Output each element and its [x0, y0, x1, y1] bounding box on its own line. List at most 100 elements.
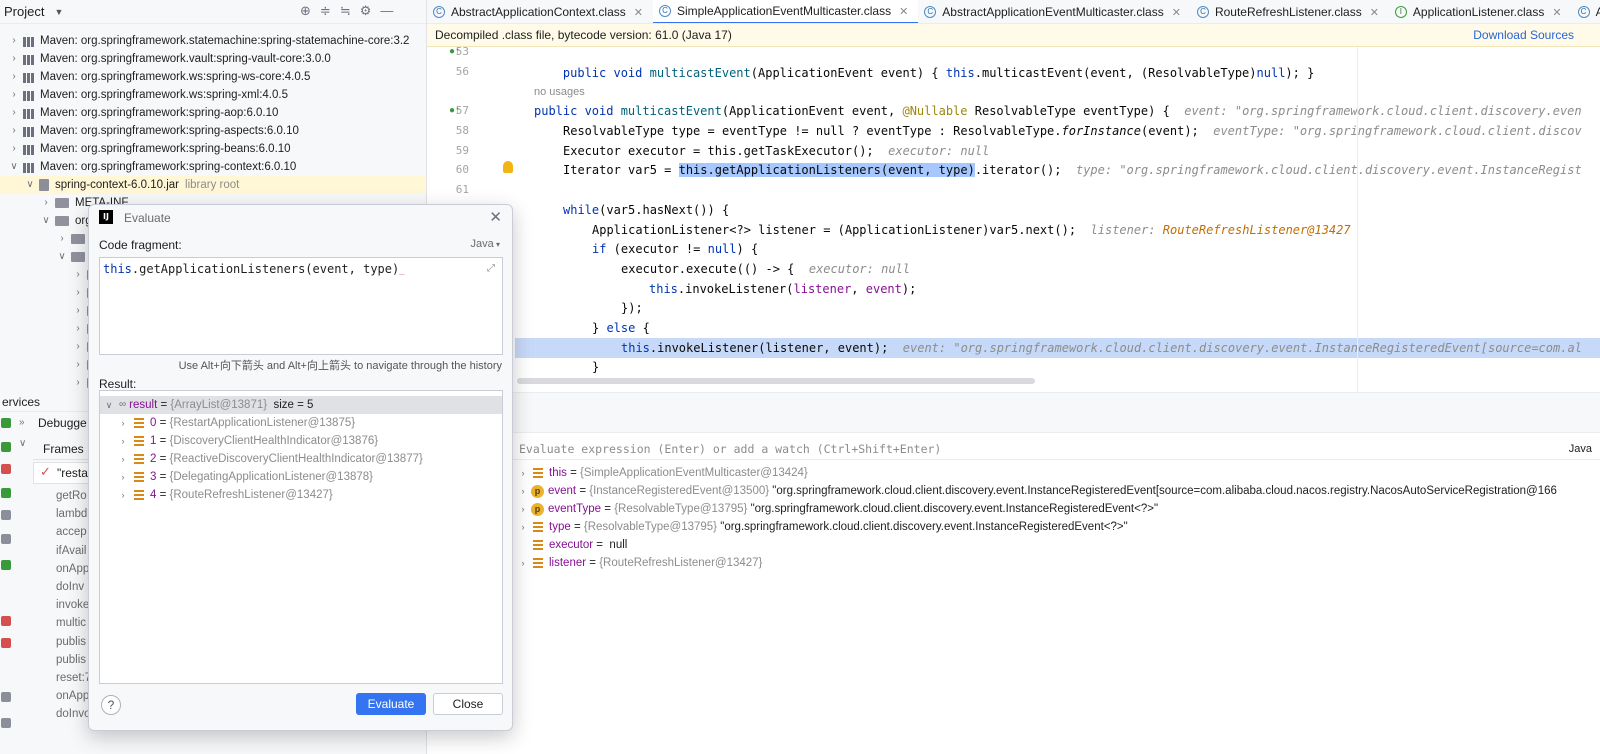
chevron-right-icon[interactable]: ›: [72, 266, 84, 284]
no-usages-hint[interactable]: no usages: [534, 82, 585, 102]
project-tree-item[interactable]: ∨ Maven: org.springframework:spring-conte…: [0, 158, 296, 176]
project-tree-item[interactable]: › Maven: org.springframework:spring-aop:6…: [0, 104, 278, 122]
project-title[interactable]: Project: [4, 4, 44, 19]
chevron-down-icon[interactable]: ∨: [40, 212, 52, 230]
chevron-right-icon[interactable]: ›: [72, 374, 84, 392]
chevron-down-icon[interactable]: ∨: [19, 438, 26, 449]
result-item-row[interactable]: › 4 = {RouteRefreshListener@13427}: [116, 486, 333, 504]
stack-frame[interactable]: publis: [56, 636, 86, 648]
rerun-icon[interactable]: [1, 418, 11, 428]
stop-icon[interactable]: [1, 464, 11, 474]
stack-frame[interactable]: invoke: [56, 599, 89, 611]
chevron-right-icon[interactable]: ›: [8, 140, 20, 158]
chevron-right-icon[interactable]: ›: [8, 32, 20, 50]
minimize-icon[interactable]: —: [380, 3, 393, 19]
chevron-right-icon[interactable]: ›: [72, 302, 84, 320]
stack-frame[interactable]: reset:7: [56, 672, 91, 684]
layout-icon[interactable]: [1, 692, 11, 702]
editor-tab[interactable]: C RouteRefreshListener.class ✕: [1191, 0, 1389, 23]
project-tree-item[interactable]: › Maven: org.springframework.statemachine…: [0, 32, 409, 50]
help-button[interactable]: ?: [101, 695, 121, 715]
pin-icon[interactable]: [1, 718, 11, 728]
chevron-right-icon[interactable]: ›: [517, 518, 529, 536]
breakpoint-icon[interactable]: [1, 616, 11, 626]
debug-icon[interactable]: [1, 488, 11, 498]
chevron-right-icon[interactable]: ›: [116, 450, 130, 468]
project-tree-item[interactable]: › Maven: org.springframework.vault:spring…: [0, 50, 331, 68]
project-tree-item[interactable]: ∨ spring-context-6.0.10.jar library root: [0, 176, 426, 194]
collapse-all-icon[interactable]: ≒: [340, 3, 351, 19]
project-tree-item[interactable]: › Maven: org.springframework.ws:spring-ws…: [0, 68, 310, 86]
code-editor[interactable]: 53 56 57 58 59 60 61 ●↑ ●↑ public void m…: [427, 47, 1600, 392]
close-icon[interactable]: ✕: [1172, 6, 1181, 19]
variable-row[interactable]: executor = null: [517, 536, 627, 554]
variable-row[interactable]: › this = {SimpleApplicationEventMulticast…: [517, 464, 808, 482]
chevron-right-icon[interactable]: ›: [56, 230, 68, 248]
intention-bulb-icon[interactable]: [503, 161, 513, 173]
result-item-row[interactable]: › 0 = {RestartApplicationListener@13875}: [116, 414, 356, 432]
close-icon[interactable]: ✕: [634, 6, 643, 19]
chevron-right-icon[interactable]: ›: [72, 356, 84, 374]
chevron-right-icon[interactable]: ›: [517, 554, 529, 572]
expand-icon[interactable]: ⤢: [487, 263, 495, 274]
chevron-right-icon[interactable]: ›: [8, 122, 20, 140]
dialog-titlebar[interactable]: IJ Evaluate ✕: [89, 205, 512, 231]
tab-debugger[interactable]: Debugge: [38, 416, 87, 430]
close-icon[interactable]: ✕: [1552, 6, 1561, 19]
chevron-right-icon[interactable]: ›: [8, 104, 20, 122]
selected-expression[interactable]: this.getApplicationListeners(event, type…: [678, 163, 975, 177]
result-item-row[interactable]: › 3 = {DelegatingApplicationListener@1387…: [116, 468, 374, 486]
language-select[interactable]: Java ▾: [471, 238, 501, 250]
variable-row[interactable]: › p eventType = {ResolvableType@13795} "or…: [517, 500, 1158, 518]
gear-icon[interactable]: ⚙: [360, 3, 372, 19]
editor-tab[interactable]: C SimpleApplicationEventMulticaster.class…: [652, 0, 919, 23]
editor-tab[interactable]: C AbstractApplicationContext.class ✕: [427, 0, 653, 23]
editor-tab[interactable]: C AbstractApplicationEventMulticaster.cla…: [918, 0, 1191, 23]
chevron-right-icon[interactable]: ›: [8, 86, 20, 104]
run-icon[interactable]: [1, 560, 11, 570]
close-icon[interactable]: ✕: [489, 208, 502, 226]
chevron-down-icon[interactable]: ∨: [8, 158, 20, 176]
close-button[interactable]: Close: [433, 693, 503, 715]
project-tree-item[interactable]: ›: [0, 230, 91, 248]
chevron-right-icon[interactable]: ›: [116, 432, 130, 450]
override-icon[interactable]: ●↑: [449, 105, 460, 116]
result-item-row[interactable]: › 2 = {ReactiveDiscoveryClientHealthIndic…: [116, 450, 423, 468]
stack-frame[interactable]: onApp: [56, 563, 89, 575]
camera-icon[interactable]: [1, 534, 11, 544]
expand-icon[interactable]: »: [19, 417, 25, 428]
result-item-row[interactable]: › 1 = {DiscoveryClientHealthIndicator@138…: [116, 432, 379, 450]
expand-all-icon[interactable]: ≑: [320, 3, 331, 19]
chevron-right-icon[interactable]: ›: [72, 320, 84, 338]
stack-frame[interactable]: ifAvail: [56, 545, 86, 557]
editor-tab[interactable]: I ApplicationListener.class ✕: [1389, 0, 1572, 23]
target-icon[interactable]: ⊕: [300, 3, 311, 19]
project-tree-item[interactable]: ∨ org: [0, 212, 91, 230]
stack-frame[interactable]: accep: [56, 526, 87, 538]
close-icon[interactable]: ✕: [1370, 6, 1379, 19]
result-root-row[interactable]: ∨ ∞ result = {ArrayList@13871} size = 5: [100, 396, 502, 414]
chevron-right-icon[interactable]: ›: [517, 482, 529, 500]
resume-icon[interactable]: [1, 442, 11, 452]
frames-label[interactable]: Frames: [43, 442, 84, 456]
stack-frame[interactable]: multic: [56, 617, 86, 629]
stack-frame[interactable]: lambd: [56, 508, 87, 520]
chevron-right-icon[interactable]: ›: [8, 68, 20, 86]
project-tree-item[interactable]: › Maven: org.springframework:spring-aspec…: [0, 122, 299, 140]
chevron-right-icon[interactable]: ›: [8, 50, 20, 68]
chevron-right-icon[interactable]: ›: [517, 500, 529, 518]
project-tree-item[interactable]: › Maven: org.springframework.ws:spring-xm…: [0, 86, 288, 104]
chevron-right-icon[interactable]: ›: [116, 414, 130, 432]
chevron-right-icon[interactable]: ›: [517, 464, 529, 482]
variable-row[interactable]: › listener = {RouteRefreshListener@13427}: [517, 554, 763, 572]
result-tree[interactable]: ∨ ∞ result = {ArrayList@13871} size = 5 …: [99, 390, 503, 684]
project-tree-item[interactable]: ∨: [0, 248, 91, 266]
variable-row[interactable]: › p event = {InstanceRegisteredEvent@13500…: [517, 482, 1557, 500]
override-icon[interactable]: ●↑: [449, 47, 460, 57]
chevron-right-icon[interactable]: ∨: [56, 248, 68, 266]
stack-frame[interactable]: publis: [56, 654, 86, 666]
stack-frame[interactable]: onApp: [56, 690, 89, 702]
mute-breakpoints-icon[interactable]: [1, 638, 11, 648]
stack-frame[interactable]: getRo: [56, 490, 87, 502]
chevron-right-icon[interactable]: ›: [116, 486, 130, 504]
